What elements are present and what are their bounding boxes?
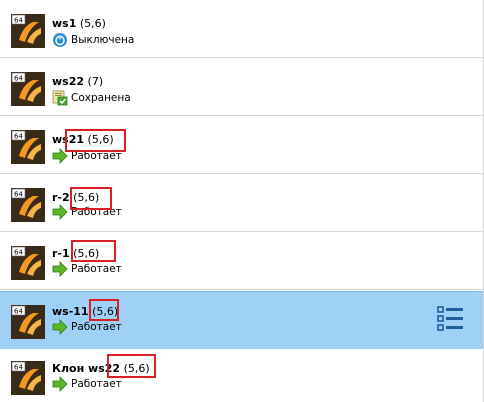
- running-arrow-icon: [52, 376, 68, 392]
- highlight-box-ws-11: [89, 299, 119, 321]
- highlight-box-r-2: [70, 187, 112, 210]
- ubuntu-64-os-icon: 64: [11, 14, 45, 48]
- vm-name: ws22: [52, 75, 85, 88]
- vm-state: Работает: [71, 263, 122, 275]
- vm-list: 64 ws1 (5,6) Выключена 64 ws22 (7) Сохра…: [0, 0, 484, 402]
- vm-row-ws22[interactable]: 64 ws22 (7) Сохранена: [0, 58, 483, 116]
- vm-state: Выключена: [71, 34, 135, 46]
- svg-text:64: 64: [14, 308, 23, 316]
- vm-state: Работает: [71, 321, 122, 333]
- vm-version: (7): [87, 75, 104, 88]
- vm-name: r-2: [52, 191, 70, 204]
- running-arrow-icon: [52, 204, 68, 220]
- svg-text:64: 64: [14, 75, 23, 83]
- ubuntu-64-os-icon: 64: [11, 188, 45, 222]
- power-off-icon: [53, 33, 67, 47]
- vm-version: (5,6): [79, 17, 106, 30]
- vm-details-menu-icon[interactable]: [437, 305, 464, 332]
- ubuntu-64-os-icon: 64: [11, 246, 45, 280]
- vm-name: r-1: [52, 247, 70, 260]
- highlight-box-r-1: [71, 240, 116, 262]
- highlight-box-ws21: [65, 129, 126, 152]
- svg-text:64: 64: [14, 364, 23, 372]
- svg-text:64: 64: [14, 249, 23, 257]
- highlight-box-klon-ws22: [107, 354, 156, 378]
- ubuntu-64-os-icon: 64: [11, 305, 45, 339]
- running-arrow-icon: [52, 319, 68, 335]
- vm-name: ws-11: [52, 305, 89, 318]
- running-arrow-icon: [52, 261, 68, 277]
- ubuntu-64-os-icon: 64: [11, 361, 45, 395]
- vm-row-ws1[interactable]: 64 ws1 (5,6) Выключена: [0, 0, 483, 58]
- vm-state: Работает: [71, 378, 122, 390]
- vm-row-ws-11[interactable]: 64 ws-11 (5,6) Работает: [0, 291, 483, 350]
- vm-state: Сохранена: [71, 92, 131, 104]
- ubuntu-64-os-icon: 64: [11, 130, 45, 164]
- svg-text:64: 64: [14, 133, 23, 141]
- svg-text:64: 64: [14, 17, 23, 25]
- vm-row-klon-ws22[interactable]: 64 Клон ws22 (5,6) Работает: [0, 349, 483, 402]
- ubuntu-64-os-icon: 64: [11, 72, 45, 106]
- svg-text:64: 64: [14, 191, 23, 199]
- vm-name: ws1: [52, 17, 77, 30]
- saved-state-icon: [52, 90, 68, 106]
